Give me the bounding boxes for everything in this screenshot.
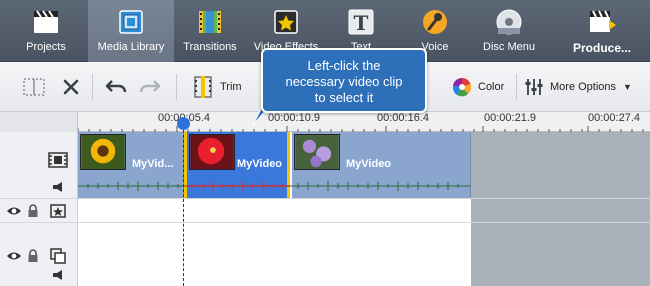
audio-waveform [78,181,471,191]
ruler-tick-label: 00:00:27.4 [588,112,640,124]
callout-text-line: necessary video clip [285,74,403,89]
track-divider [0,198,650,199]
tab-projects[interactable]: Projects [6,0,86,62]
speaker-mute-icon[interactable] [52,181,68,193]
clip-name: MyVideo [346,158,392,170]
clip-name: MyVid... [132,158,174,170]
tab-disc-menu[interactable]: Disc Menu [474,0,544,62]
split-clip-icon [23,78,45,96]
track-headers [0,132,78,286]
delete-button[interactable] [62,74,80,100]
lock-icon[interactable] [27,249,39,263]
playhead-line [183,120,184,286]
undo-button[interactable] [104,74,128,100]
produce-clapper-icon [590,10,616,32]
callout-text-line: Left-click the [307,58,381,73]
split-button[interactable] [22,74,46,100]
eye-icon[interactable] [6,250,22,262]
color-button[interactable]: Color [452,74,504,100]
ruler-corner [0,112,78,132]
tab-transitions-label: Transitions [183,41,237,53]
callout-text-line: to select it [314,90,374,105]
undo-icon [105,80,127,93]
microphone-icon [423,10,447,34]
tab-disc-menu-label: Disc Menu [483,41,535,53]
tab-produce[interactable]: Produce... [560,0,644,62]
redo-icon [139,80,161,93]
timeline-empty-area [471,132,650,286]
tab-media-library[interactable]: Media Library [88,0,174,62]
ruler-ticks [78,126,644,132]
film-strip-icon [199,11,221,33]
clip-name: MyVideo [237,158,283,170]
color-wheel-icon [452,77,472,97]
speaker-mute-icon[interactable] [52,269,68,281]
toolbar-divider [92,74,93,100]
star-icon [274,10,298,34]
tab-media-library-label: Media Library [97,41,165,53]
chevron-down-icon: ▼ [623,82,632,92]
eye-icon[interactable] [6,205,22,217]
trim-icon [194,76,212,98]
ruler-tick-label: 00:00:16.4 [377,112,429,124]
trim-button[interactable]: Trim [192,74,242,100]
trim-label: Trim [220,81,242,93]
color-label: Color [478,81,505,93]
toolbar-divider [176,74,177,100]
disc-icon [496,9,522,35]
redo-button[interactable] [138,74,162,100]
ruler-tick-label: 00:00:10.9 [268,112,320,124]
svg-text:T: T [354,11,369,35]
playhead-handle[interactable] [177,117,190,130]
clip-thumbnail-purple-flower [294,134,340,170]
lock-icon[interactable] [27,204,39,218]
clip-thumbnail-red-flower [189,134,235,170]
overlay-icon [50,248,66,264]
clapperboard-icon [34,10,58,33]
film-icon [48,152,68,168]
track-divider [0,222,650,223]
ruler-tick-label: 00:00:21.9 [484,112,536,124]
timeline-ruler[interactable]: 00:00:05.4 00:00:10.9 00:00:16.4 00:00:2… [0,112,650,132]
tab-produce-label: Produce... [572,41,631,55]
more-options-button[interactable]: More Options ▼ [524,74,632,100]
toolbar-divider [516,74,517,100]
tab-transitions[interactable]: Transitions [176,0,244,62]
clip-thumbnail-sunflower [80,134,126,170]
film-frames-icon [119,10,143,34]
letter-t-icon: T [348,9,374,35]
tooltip-callout: Left-click the necessary video clip to s… [261,48,427,113]
effect-star-icon [50,204,66,218]
tab-projects-label: Projects [26,41,66,53]
close-icon [63,79,79,95]
sliders-icon [525,79,543,95]
more-options-label: More Options [550,81,617,93]
